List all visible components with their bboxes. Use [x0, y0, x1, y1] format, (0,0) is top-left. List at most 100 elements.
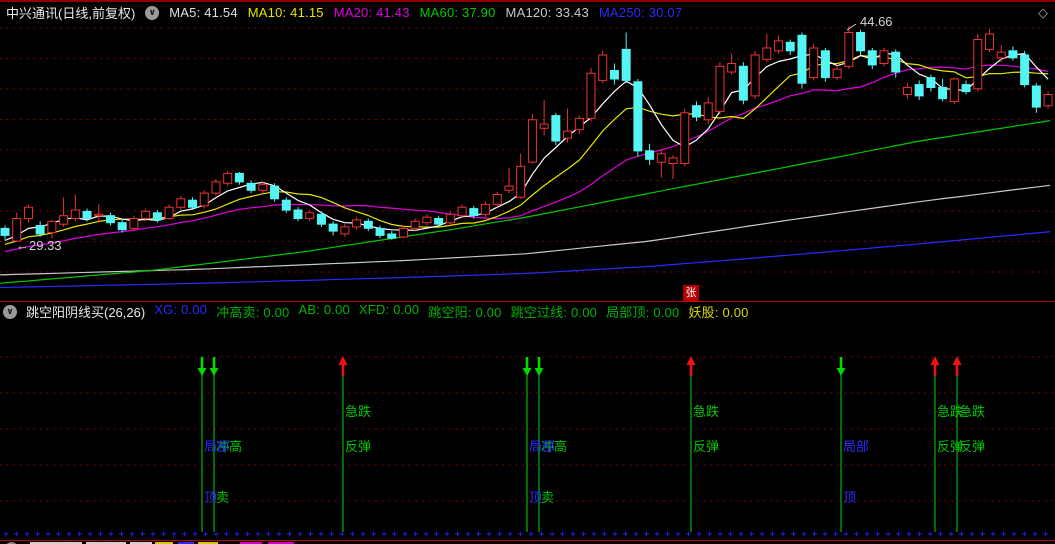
chevron-down-icon[interactable]: ∨	[3, 304, 17, 319]
indicator-field: 冲高卖: 0.00	[216, 305, 290, 320]
axis-plus-mark: +	[14, 529, 20, 538]
candlestick	[293, 209, 303, 219]
axis-plus-mark: +	[591, 529, 597, 538]
ma-line	[4, 64, 1049, 253]
candlestick	[398, 227, 408, 238]
candlestick	[727, 63, 737, 73]
axis-plus-mark: +	[129, 529, 135, 538]
ma-line	[0, 231, 1051, 289]
candlestick	[879, 50, 889, 64]
candlestick	[973, 39, 983, 90]
candlestick	[352, 219, 362, 228]
candlestick	[621, 48, 631, 81]
candlestick	[117, 222, 127, 231]
candlestick	[551, 115, 561, 142]
candlestick	[410, 220, 420, 229]
chevron-down-icon[interactable]: ∨	[145, 5, 160, 20]
axis-plus-mark: +	[675, 529, 681, 538]
candlestick	[844, 32, 854, 67]
axis-plus-mark: +	[486, 529, 492, 538]
diamond-icon[interactable]: ◇	[1038, 6, 1051, 19]
candlestick	[176, 198, 186, 208]
indicator-name: 跳空阳阴线买(26,26)	[26, 305, 146, 320]
axis-plus-mark: +	[990, 529, 996, 538]
axis-plus-mark: +	[749, 529, 755, 538]
candlestick	[305, 212, 315, 219]
indicator-field: XFD: 0.00	[358, 302, 420, 317]
ma-legend: MA5: 41.54 MA10: 41.15 MA20: 41.43 MA60: 37…	[169, 5, 682, 20]
candlestick	[387, 233, 397, 239]
axis-plus-mark: +	[812, 529, 818, 538]
candlestick	[598, 54, 608, 81]
axis-plus-mark: +	[465, 529, 471, 538]
indicator-field: 跳空阳: 0.00	[428, 305, 502, 320]
candlestick	[984, 33, 994, 50]
axis-plus-mark: +	[287, 529, 293, 538]
axis-plus-mark: +	[1022, 529, 1028, 538]
axis-plus-mark: +	[182, 529, 188, 538]
page-title: 中兴通讯(日线,前复权)	[6, 6, 136, 21]
candlestick	[715, 65, 725, 112]
candlestick	[563, 130, 573, 139]
candlestick	[94, 213, 104, 217]
candlestick	[820, 50, 830, 79]
signal-arrow-up	[952, 356, 962, 365]
candlestick	[539, 123, 549, 129]
signal-label: 卖	[541, 490, 554, 505]
candlestick	[469, 208, 479, 217]
candlestick	[23, 206, 33, 219]
signal-label: 局部	[843, 439, 869, 454]
candlestick	[141, 210, 151, 219]
divider-drag-badge[interactable]: 张	[683, 285, 699, 301]
candlestick	[188, 199, 198, 208]
candlestick	[574, 117, 584, 131]
axis-plus-mark: +	[413, 529, 419, 538]
candlestick-chart[interactable]: ←29.33	[0, 24, 1055, 296]
candlestick	[527, 119, 537, 163]
signal-label: 反弹	[693, 439, 719, 454]
candlestick	[856, 32, 866, 52]
candlestick	[633, 81, 643, 152]
axis-plus-mark: +	[77, 529, 83, 538]
indicator-field: XG: 0.00	[154, 302, 208, 317]
axis-plus-mark: +	[896, 529, 902, 538]
axis-plus-mark: +	[665, 529, 671, 538]
axis-plus-mark: +	[1011, 529, 1017, 538]
signal-label: 顶	[204, 490, 217, 505]
signal-label: 局部	[529, 439, 555, 454]
ma-legend-item: MA60: 37.90	[419, 5, 496, 20]
signal-label: 局部	[204, 439, 230, 454]
candlestick	[680, 112, 690, 165]
candlestick	[199, 192, 209, 207]
candlestick	[914, 84, 924, 97]
axis-plus-mark: +	[654, 529, 660, 538]
signal-label: 反弹	[959, 439, 985, 454]
axis-plus-mark: +	[276, 529, 282, 538]
axis-plus-mark: +	[161, 529, 167, 538]
trading-app-window: 中兴通讯(日线,前复权) ∨ MA5: 41.54 MA10: 41.15 MA20…	[0, 0, 1055, 544]
candlestick	[691, 105, 701, 118]
axis-plus-mark: +	[203, 529, 209, 538]
candlestick	[375, 227, 385, 236]
signal-arrow-down	[836, 368, 846, 376]
candlestick	[832, 68, 842, 79]
axis-plus-mark: +	[192, 529, 198, 538]
axis-plus-mark: +	[1032, 529, 1038, 538]
axis-plus-mark: +	[623, 529, 629, 538]
axis-plus-mark: +	[318, 529, 324, 538]
axis-plus-mark: +	[392, 529, 398, 538]
axis-plus-mark: +	[234, 529, 240, 538]
ma-line	[0, 184, 1051, 276]
axis-plus-mark: +	[560, 529, 566, 538]
axis-plus-mark: +	[581, 529, 587, 538]
signal-label: 卖	[216, 490, 229, 505]
axis-plus-mark: +	[696, 529, 702, 538]
ma-legend-item: MA10: 41.15	[247, 5, 324, 20]
signal-arrow-up	[338, 356, 348, 365]
axis-plus-mark: +	[539, 529, 545, 538]
signal-indicator-panel[interactable]: 冲高卖急跌反弹 冲高卖急跌反弹急跌反弹急跌反弹局部顶局部顶局部顶+ + + + + + + + +…	[0, 320, 1055, 538]
candlestick	[246, 182, 256, 191]
signal-label: 顶	[529, 490, 542, 505]
axis-plus-mark: +	[224, 529, 230, 538]
candlestick	[70, 209, 80, 219]
